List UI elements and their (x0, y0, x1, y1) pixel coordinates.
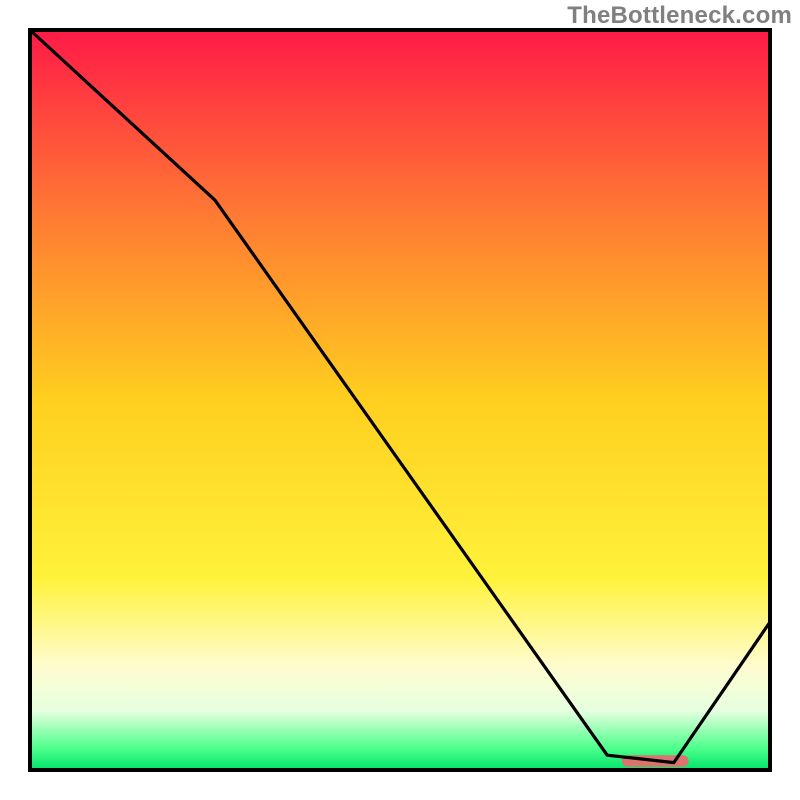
chart-root: TheBottleneck.com (0, 0, 800, 800)
bottleneck-chart (0, 0, 800, 800)
plot-area (30, 30, 770, 770)
